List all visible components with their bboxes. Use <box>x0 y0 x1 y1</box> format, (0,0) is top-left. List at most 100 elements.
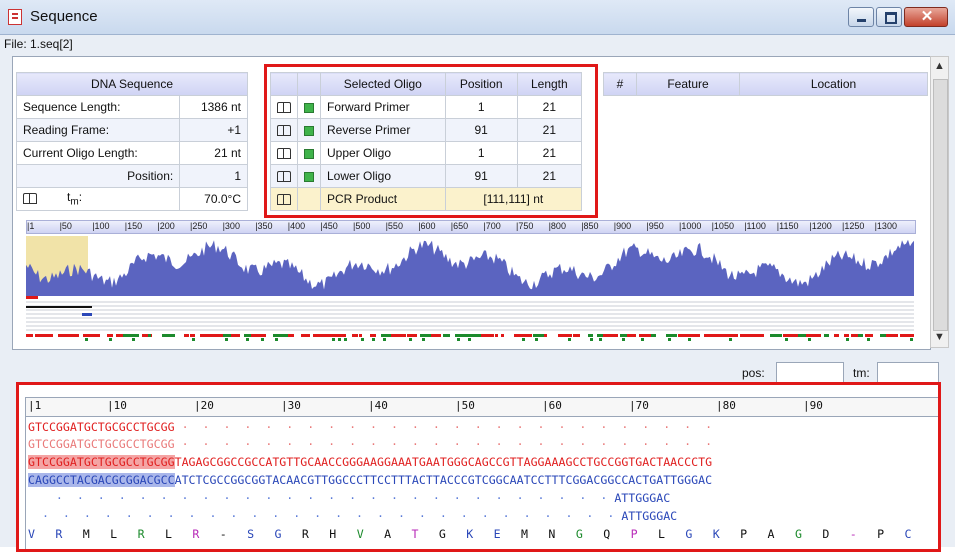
info-scrollbar[interactable]: ▲ ▼ <box>930 56 949 348</box>
oligo-map-tracks[interactable] <box>26 296 914 346</box>
site-mark <box>96 334 100 337</box>
app-icon <box>8 9 22 25</box>
amino-acid: H <box>329 527 337 541</box>
scroll-up-icon[interactable]: ▲ <box>931 60 948 72</box>
gc-profile-path <box>26 239 914 296</box>
site-mark <box>431 334 441 337</box>
map-ruler-tick: |200 <box>157 221 175 231</box>
site-mark <box>568 338 571 341</box>
site-mark <box>620 334 628 337</box>
sequence-window: Sequence ✕ File: 1.seq[2] ▲ ▼ DNA Sequen… <box>0 0 955 552</box>
site-mark <box>588 334 593 337</box>
site-mark <box>83 334 97 337</box>
site-mark <box>361 338 364 341</box>
site-mark <box>639 334 652 337</box>
reverse-primer-line[interactable]: · · · · · · · · · · · · · · · · · · · · … <box>28 490 670 506</box>
site-mark <box>908 334 914 337</box>
translation-line[interactable]: VRMLRLR-SGRHVATGKEMNGQPLGKPAGD-PC <box>28 526 932 542</box>
amino-acid: R <box>301 527 309 541</box>
amino-acid: R <box>137 527 145 541</box>
map-ruler-tick: |700 <box>483 221 501 231</box>
sequence-area[interactable]: GTCCGGATGCTGCGCCTGCGG · · · · · · · · · … <box>25 417 938 549</box>
scroll-down-icon[interactable]: ▼ <box>931 331 948 343</box>
sequence-ruler-tick: |60 <box>542 399 562 412</box>
amino-acid: L <box>164 527 172 541</box>
dna-value: 70.0°C <box>179 187 248 211</box>
site-mark <box>729 338 732 341</box>
site-mark <box>401 334 406 337</box>
book-icon[interactable] <box>23 192 37 204</box>
site-mark <box>535 338 538 341</box>
site-mark <box>109 338 112 341</box>
site-mark <box>383 338 386 341</box>
site-mark <box>520 334 532 337</box>
maximize-button[interactable] <box>876 7 902 27</box>
site-mark <box>573 334 580 337</box>
site-mark <box>246 338 249 341</box>
site-mark <box>107 334 113 337</box>
upper-oligo-seq: GTCCGGATGCTGCGCCTGCGG <box>28 437 175 451</box>
dots: · · · · · · · · · · · · · · · · · · · · … <box>174 420 713 434</box>
site-mark <box>668 338 671 341</box>
site-mark <box>85 338 88 341</box>
amino-acid: - <box>849 527 857 541</box>
top-strand-line[interactable]: GTCCGGATGCTGCGCCTGCGGTAGAGCGGCCGCCATGTTG… <box>28 454 712 470</box>
bottom-strand-rest: ATCTCGCCGGCGGTACAACGTTGGCCCTTCCTTTACTTAC… <box>174 473 713 487</box>
upper-oligo-line[interactable]: GTCCGGATGCTGCGCCTGCGG · · · · · · · · · … <box>28 436 712 452</box>
tm-suffix: : <box>78 190 83 205</box>
site-mark <box>409 338 412 341</box>
map-ruler-tick: |1150 <box>776 221 799 231</box>
scroll-thumb[interactable] <box>933 79 948 331</box>
amino-acid: R <box>55 527 63 541</box>
site-mark <box>808 338 811 341</box>
sequence-ruler[interactable]: |1 |10 |20 |30 |40 |50 |60 |70 |80 |90 <box>25 397 938 417</box>
site-mark <box>783 334 798 337</box>
minimize-button[interactable] <box>848 7 874 27</box>
site-mark <box>332 338 335 341</box>
gc-profile-graph[interactable] <box>26 236 914 296</box>
sequence-ruler-tick: |40 <box>368 399 388 412</box>
site-mark <box>886 334 898 337</box>
site-mark <box>352 334 358 337</box>
amino-acid: G <box>438 527 446 541</box>
title-bar[interactable]: Sequence ✕ <box>0 0 955 35</box>
site-mark <box>468 338 471 341</box>
site-mark <box>190 334 195 337</box>
site-mark <box>666 334 677 337</box>
map-ruler-tick: |150 <box>124 221 143 231</box>
map-ruler-tick: |650 <box>450 221 469 231</box>
site-mark <box>259 334 266 337</box>
site-mark <box>910 338 913 341</box>
map-ruler-tick: |100 <box>92 221 110 231</box>
site-mark <box>641 338 644 341</box>
bottom-strand-line[interactable]: CAGGCCTACGACGCGGACGCCATCTCGCCGGCGGTACAAC… <box>28 472 712 488</box>
amino-acid: P <box>630 527 638 541</box>
tm-label: tm: <box>853 366 870 380</box>
site-mark <box>481 334 494 337</box>
site-mark <box>443 334 450 337</box>
dna-label: Current Oligo Length: <box>15 141 181 165</box>
site-mark <box>566 334 572 337</box>
site-mark <box>533 334 544 337</box>
site-mark <box>756 334 764 337</box>
amino-acid: A <box>767 527 775 541</box>
map-ruler-tick: |750 <box>516 221 534 231</box>
map-ruler-tick: |450 <box>320 221 338 231</box>
tm-subscript: m <box>70 196 79 208</box>
forward-primer-line[interactable]: GTCCGGATGCTGCGCCTGCGG · · · · · · · · · … <box>28 419 712 435</box>
dna-value: +1 <box>179 118 248 142</box>
amino-acid: N <box>548 527 556 541</box>
lower-oligo-line[interactable]: · · · · · · · · · · · · · · · · · · · · … <box>28 508 677 524</box>
amino-acid: P <box>740 527 748 541</box>
site-mark <box>522 338 525 341</box>
map-ruler-tick: |1250 <box>842 221 865 231</box>
amino-acid: M <box>521 527 529 541</box>
site-mark <box>391 334 401 337</box>
site-mark <box>867 338 870 341</box>
close-button[interactable]: ✕ <box>904 7 948 27</box>
site-mark <box>26 334 33 337</box>
amino-acid: E <box>493 527 501 541</box>
map-ruler[interactable]: |1 |50 |100 |150 |200 |250 |300 |350 |400 |450 |50… <box>26 220 916 234</box>
site-mark <box>544 334 547 337</box>
map-ruler-tick: |550 <box>385 221 403 231</box>
